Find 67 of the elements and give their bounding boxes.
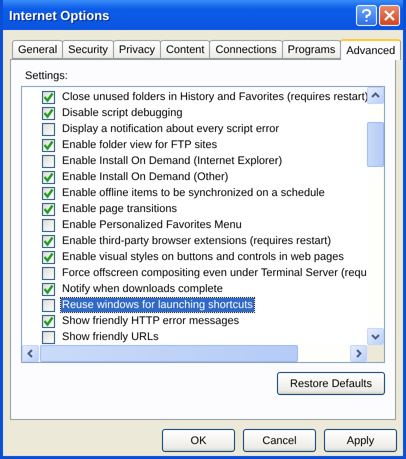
checkbox[interactable] xyxy=(42,186,55,200)
question-mark-icon xyxy=(362,8,371,22)
close-button[interactable] xyxy=(379,4,400,26)
checkbox[interactable] xyxy=(42,170,55,184)
tab[interactable]: General xyxy=(12,40,64,59)
checkbox[interactable] xyxy=(42,250,55,264)
checkbox[interactable] xyxy=(42,298,55,312)
dialog-button[interactable]: Apply xyxy=(324,429,397,452)
restore-defaults-button[interactable]: Restore Defaults xyxy=(277,372,385,395)
checkbox[interactable] xyxy=(42,234,55,248)
tab[interactable]: Connections xyxy=(209,40,283,59)
setting-label[interactable]: Enable folder view for FTP sites xyxy=(61,138,218,152)
scroll-up-icon[interactable] xyxy=(367,87,384,104)
vertical-scrollbar[interactable] xyxy=(367,87,384,345)
checkbox[interactable] xyxy=(42,266,55,280)
checkbox[interactable] xyxy=(42,218,55,232)
window-title: Internet Options xyxy=(9,8,110,22)
dialog-button[interactable]: Cancel xyxy=(243,429,316,452)
tab[interactable]: Programs xyxy=(282,40,342,59)
scroll-left-icon[interactable] xyxy=(22,345,39,362)
setting-label[interactable]: Enable Install On Demand (Other) xyxy=(61,170,230,184)
settings-label: Settings: xyxy=(25,70,69,82)
checkbox[interactable] xyxy=(42,202,55,216)
scrollbar-thumb[interactable] xyxy=(367,122,384,167)
setting-label[interactable]: Enable page transitions xyxy=(61,202,178,216)
checkmark-icon xyxy=(43,204,54,214)
checkmark-icon xyxy=(43,172,54,182)
checkbox[interactable] xyxy=(42,106,55,120)
checkmark-icon xyxy=(43,252,54,262)
checkmark-icon xyxy=(43,140,54,150)
checkbox[interactable] xyxy=(42,90,55,104)
tab[interactable]: Privacy xyxy=(112,40,161,59)
setting-label[interactable]: Enable Personalized Favorites Menu xyxy=(61,218,243,232)
setting-label[interactable]: Enable offline items to be synchronized on a schedule xyxy=(61,186,326,200)
checkbox[interactable] xyxy=(42,154,55,168)
checkmark-icon xyxy=(43,188,54,198)
checkbox[interactable] xyxy=(42,138,55,152)
scroll-right-icon[interactable] xyxy=(350,345,367,362)
setting-label[interactable]: Show friendly HTTP error messages xyxy=(61,314,240,328)
setting-label[interactable]: Display a notification about every script error xyxy=(61,122,280,136)
dialog-button[interactable]: OK xyxy=(162,429,235,452)
setting-label[interactable]: Enable Install On Demand (Internet Explorer) xyxy=(61,154,284,168)
tab[interactable]: Security xyxy=(62,40,114,59)
setting-label[interactable]: Disable script debugging xyxy=(61,106,184,120)
close-icon xyxy=(384,10,395,20)
scrollbar-thumb[interactable] xyxy=(40,345,298,362)
checkmark-icon xyxy=(43,316,54,326)
checkmark-icon xyxy=(43,236,54,246)
checkmark-icon xyxy=(43,92,54,102)
checkbox[interactable] xyxy=(42,282,55,296)
tab[interactable]: Content xyxy=(160,40,210,59)
scroll-down-icon[interactable] xyxy=(367,328,384,345)
scrollbar-corner xyxy=(367,345,384,362)
setting-label[interactable]: Enable third-party browser extensions (requires restart) xyxy=(61,234,332,248)
setting-label[interactable]: Notify when downloads complete xyxy=(61,282,224,296)
setting-label[interactable]: Reuse windows for launching shortcuts xyxy=(61,298,254,312)
help-button[interactable] xyxy=(356,4,377,26)
setting-label[interactable]: Force offscreen compositing even under Terminal Server (requ xyxy=(61,266,367,280)
tab[interactable]: Advanced xyxy=(340,39,402,60)
checkmark-icon xyxy=(43,284,54,294)
checkbox[interactable] xyxy=(42,122,55,136)
horizontal-scrollbar[interactable] xyxy=(22,345,367,362)
checkbox[interactable] xyxy=(42,330,55,344)
checkbox[interactable] xyxy=(42,314,55,328)
setting-label[interactable]: Enable visual styles on buttons and controls in web pages xyxy=(61,250,345,264)
checkmark-icon xyxy=(43,108,54,118)
setting-label[interactable]: Show friendly URLs xyxy=(61,330,160,344)
